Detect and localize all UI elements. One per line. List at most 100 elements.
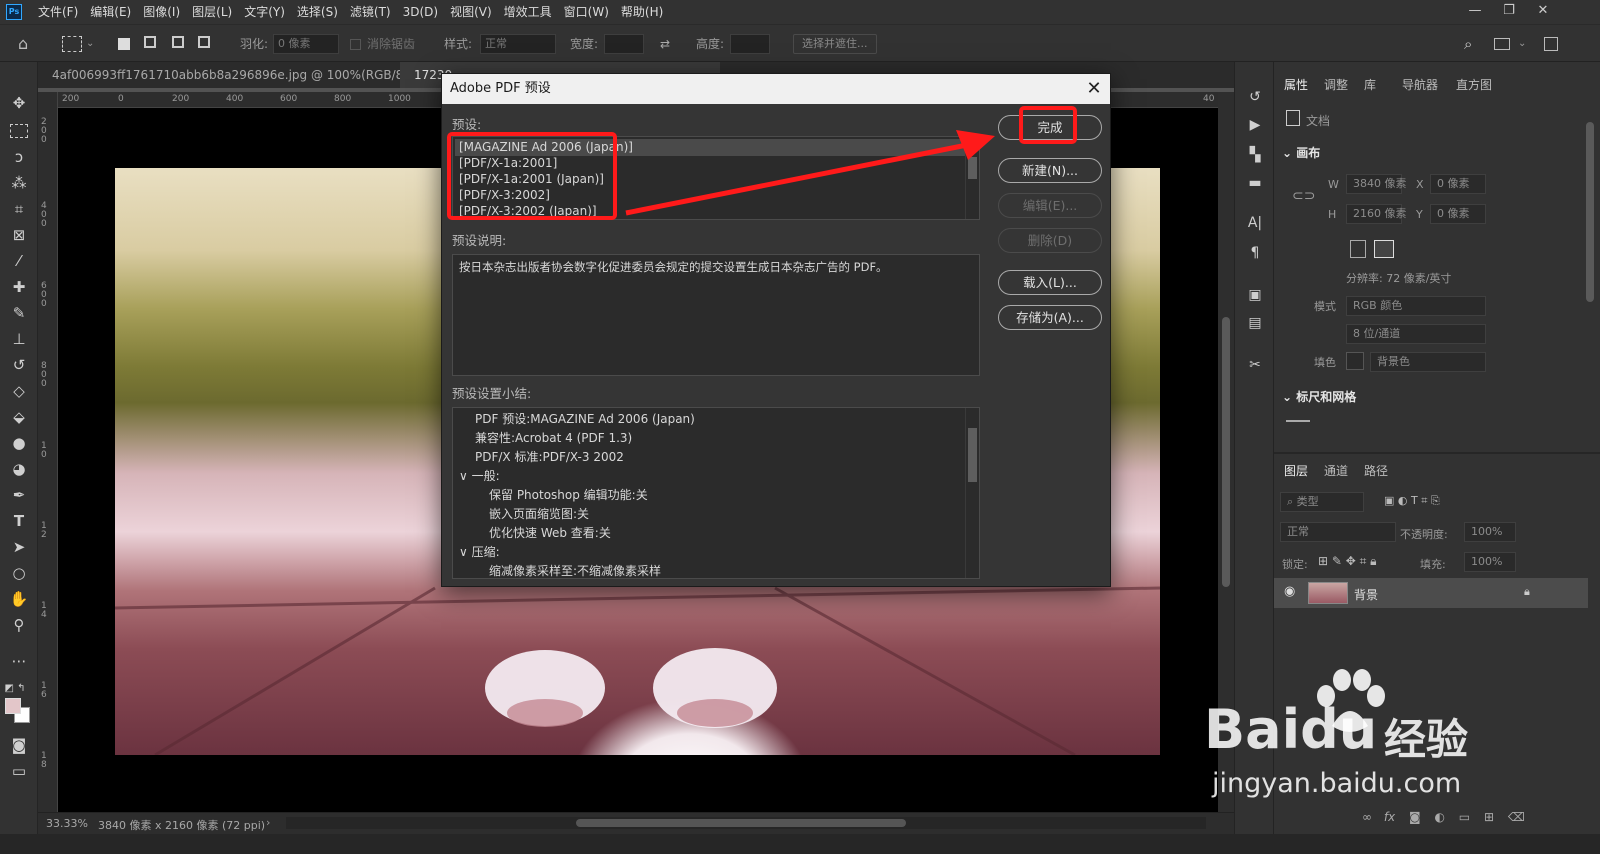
swatches-icon[interactable]: ▣	[1244, 284, 1266, 306]
delete-icon[interactable]: ⌫	[1508, 810, 1525, 824]
close-window-button[interactable]: ✕	[1526, 0, 1560, 24]
menu-view[interactable]: 视图(V)	[444, 0, 498, 24]
depth-select[interactable]: 8 位/通道	[1346, 324, 1486, 344]
tab-adjustments[interactable]: 调整	[1324, 76, 1348, 93]
y-field[interactable]: 0 像素	[1430, 204, 1486, 224]
blur-tool-icon[interactable]: ●	[8, 432, 30, 454]
menu-plugins[interactable]: 增效工具	[498, 0, 558, 24]
marquee-tool-icon[interactable]	[10, 124, 28, 138]
pen-tool-icon[interactable]: ✒	[8, 484, 30, 506]
summary-scrollbar[interactable]	[965, 408, 979, 578]
menu-layer[interactable]: 图层(L)	[186, 0, 238, 24]
add-selection-icon[interactable]	[144, 36, 156, 48]
zoom-level[interactable]: 33.33%	[46, 817, 88, 830]
workspace-icon[interactable]	[1494, 38, 1510, 50]
filter-icons[interactable]: ▣ ◐ T ⌗ ⎘	[1384, 494, 1440, 508]
frame-tool-icon[interactable]: ⊠	[8, 224, 30, 246]
share-icon[interactable]	[1544, 37, 1558, 51]
width-input[interactable]	[604, 34, 644, 54]
search-icon[interactable]: ⌕	[1464, 33, 1472, 55]
paragraph-icon[interactable]: ¶	[1244, 242, 1266, 264]
rulers-section-header[interactable]: ⌄ 标尺和网格	[1282, 388, 1356, 405]
fill-field[interactable]: 100%	[1464, 552, 1516, 572]
layer-kind-filter[interactable]: ⌕ 类型	[1280, 492, 1364, 512]
summary-box[interactable]: PDF 预设:MAGAZINE Ad 2006 (Japan) 兼容性:Acro…	[452, 407, 980, 579]
portrait-icon[interactable]	[1350, 240, 1366, 258]
paint-bucket-icon[interactable]: ⬙	[8, 406, 30, 428]
lock-icons[interactable]: ⊞ ✎ ✥ ⌗ 🔒︎	[1318, 554, 1377, 569]
more-tools-icon[interactable]: ⋯	[8, 650, 30, 672]
height-input[interactable]	[730, 34, 770, 54]
eyedropper-icon[interactable]: ⁄	[8, 250, 30, 272]
dodge-tool-icon[interactable]: ◕	[8, 458, 30, 480]
fill-swatch[interactable]	[1346, 352, 1364, 370]
menu-help[interactable]: 帮助(H)	[615, 0, 669, 24]
x-field[interactable]: 0 像素	[1430, 174, 1486, 194]
menu-type[interactable]: 文字(Y)	[238, 0, 291, 24]
canvas-section-header[interactable]: ⌄ 画布	[1282, 144, 1320, 161]
brush-presets-icon[interactable]: ▚	[1244, 144, 1266, 166]
stamp-tool-icon[interactable]: ⊥	[8, 328, 30, 350]
swap-icon[interactable]: ⇄	[660, 33, 670, 55]
notes-icon[interactable]: ▤	[1244, 312, 1266, 334]
antialias-checkbox[interactable]	[350, 39, 361, 50]
tab-layers[interactable]: 图层	[1284, 462, 1308, 479]
chevron-down-icon[interactable]: ⌄	[86, 33, 94, 55]
mode-select[interactable]: RGB 颜色	[1346, 296, 1486, 316]
scrollbar-thumb[interactable]	[1222, 317, 1230, 587]
tab-channels[interactable]: 通道	[1324, 462, 1348, 479]
menu-select[interactable]: 选择(S)	[291, 0, 344, 24]
path-select-icon[interactable]: ➤	[8, 536, 30, 558]
tools-icon[interactable]: ✂	[1244, 354, 1266, 376]
delete-preset-button[interactable]: 删除(D)	[998, 228, 1102, 253]
blend-mode-select[interactable]: 正常	[1280, 522, 1396, 542]
move-tool-icon[interactable]: ✥	[8, 92, 30, 114]
tab-navigator[interactable]: 导航器	[1402, 76, 1438, 93]
panel-scrollbar[interactable]	[1586, 122, 1594, 302]
chevron-right-icon[interactable]: ›	[266, 816, 270, 829]
visibility-eye-icon[interactable]: ◉	[1284, 584, 1295, 599]
menu-window[interactable]: 窗口(W)	[558, 0, 615, 24]
brush-tool-icon[interactable]: ✎	[8, 302, 30, 324]
crop-tool-icon[interactable]: ⌗	[8, 198, 30, 220]
quick-mask-icon[interactable]: ◙	[8, 734, 30, 756]
scrollbar-thumb[interactable]	[576, 819, 906, 827]
character-icon[interactable]: A|	[1244, 212, 1266, 234]
healing-brush-icon[interactable]: ✚	[8, 276, 30, 298]
scrollbar-thumb[interactable]	[968, 428, 977, 482]
chevron-down-icon[interactable]: ∨	[459, 545, 468, 559]
canvas-horizontal-scrollbar[interactable]	[286, 817, 1206, 829]
menu-edit[interactable]: 编辑(E)	[84, 0, 137, 24]
history-brush-icon[interactable]: ↺	[8, 354, 30, 376]
eraser-tool-icon[interactable]: ◇	[8, 380, 30, 402]
actions-play-icon[interactable]: ▶	[1244, 114, 1266, 136]
tab-paths[interactable]: 路径	[1364, 462, 1388, 479]
width-field[interactable]: 3840 像素	[1346, 174, 1407, 194]
lasso-tool-icon[interactable]: ↄ	[8, 146, 30, 168]
minimize-button[interactable]: —	[1458, 0, 1492, 24]
zoom-tool-icon[interactable]: ⚲	[8, 614, 30, 636]
menu-filter[interactable]: 滤镜(T)	[344, 0, 397, 24]
feather-input[interactable]: 0 像素	[273, 34, 339, 54]
hand-tool-icon[interactable]: ✋	[8, 588, 30, 610]
history-icon[interactable]: ↺	[1244, 86, 1266, 108]
chevron-down-icon[interactable]: ∨	[459, 469, 468, 483]
screen-mode-icon[interactable]: ▭	[8, 760, 30, 782]
menu-file[interactable]: 文件(F)	[32, 0, 84, 24]
layer-row[interactable]: ◉ 背景 🔒︎	[1274, 578, 1588, 608]
load-preset-button[interactable]: 载入(L)...	[998, 270, 1102, 295]
menu-3d[interactable]: 3D(D)	[397, 0, 444, 24]
marquee-tool-icon[interactable]	[62, 36, 82, 52]
chevron-down-icon[interactable]: ⌄	[1518, 33, 1526, 55]
new-selection-icon[interactable]	[118, 38, 130, 50]
restore-button[interactable]: ❐	[1492, 0, 1526, 24]
intersect-selection-icon[interactable]	[198, 36, 210, 48]
opacity-field[interactable]: 100%	[1464, 522, 1516, 542]
type-tool-icon[interactable]: T	[8, 510, 30, 532]
magic-wand-icon[interactable]: ⁂	[8, 172, 30, 194]
select-and-mask-button[interactable]: 选择并遮住...	[793, 34, 877, 54]
menu-image[interactable]: 图像(I)	[137, 0, 186, 24]
landscape-icon[interactable]	[1374, 240, 1394, 258]
dialog-close-icon[interactable]: ✕	[1078, 74, 1110, 104]
ellipse-tool-icon[interactable]: ○	[8, 562, 30, 584]
